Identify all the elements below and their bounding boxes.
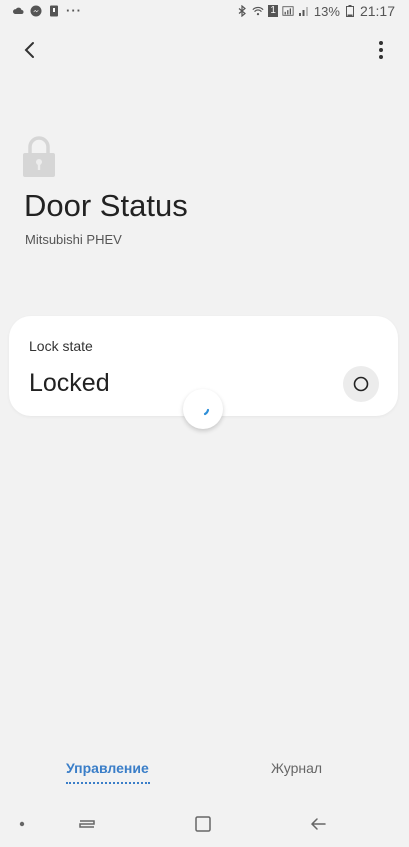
cloud-icon [13,7,24,14]
app-bar [0,30,409,70]
notification-icon [50,5,58,16]
battery-percent: 13% [313,3,340,19]
wifi-icon [252,6,264,16]
signal-icon [282,6,294,16]
back-nav-icon [310,818,326,830]
padlock-icon [22,136,56,178]
lock-toggle-button[interactable] [343,366,379,402]
active-tab-indicator [66,782,150,784]
more-options-button[interactable] [371,36,391,64]
lock-state-value: Locked [29,369,110,397]
nav-dot-icon [14,813,36,835]
device-name: Mitsubishi PHEV [25,232,122,247]
loading-spinner-icon [203,408,210,416]
home-button[interactable] [192,813,214,835]
lock-state-label: Lock state [29,338,93,354]
more-notifications-icon: ··· [66,3,82,18]
sim-badge: 1 [268,5,278,17]
home-icon [195,816,211,832]
bottom-tabs: Управление Журнал [0,755,409,791]
back-button[interactable] [16,36,44,64]
tab-control[interactable]: Управление [66,760,149,776]
more-vert-icon [379,41,383,59]
recent-apps-icon [79,820,95,828]
status-bar: ··· 1 13% 21:17 [0,0,409,22]
clock: 21:17 [359,3,395,19]
recent-apps-button[interactable] [76,813,98,835]
loading-spinner [183,389,223,429]
messenger-icon [30,5,42,16]
battery-icon [345,5,354,17]
circle-icon [353,376,369,392]
back-nav-button[interactable] [307,813,329,835]
back-arrow-icon [24,42,34,58]
page-title: Door Status [24,188,188,223]
bluetooth-icon [238,5,247,17]
system-nav-bar [0,800,409,847]
tab-journal[interactable]: Журнал [271,760,322,776]
signal-bars-icon [298,7,308,16]
